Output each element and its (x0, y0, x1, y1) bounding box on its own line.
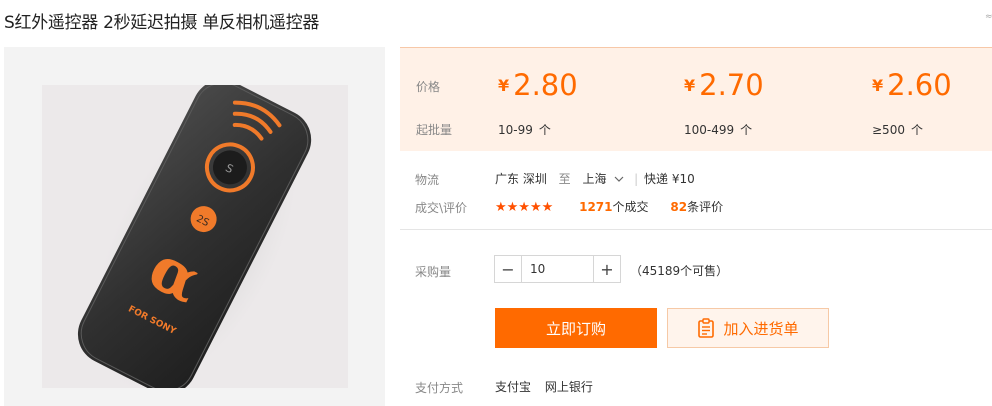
range-unit: 个 (740, 123, 753, 137)
destination-value: 上海 (582, 172, 607, 186)
currency-symbol: ¥ (498, 76, 510, 95)
buy-now-button[interactable]: 立即订购 (495, 308, 657, 348)
rating-stars: ★★★★★ (495, 200, 554, 215)
to-word: 至 (558, 172, 571, 186)
price-tier-3: ¥2.60 (872, 68, 952, 102)
remote-illustration: S 2S α FOR SONY (77, 85, 312, 388)
review-count: 82 (670, 200, 688, 214)
range-value: ≥500 (872, 123, 905, 137)
price-tier-2: ¥2.70 (684, 68, 764, 102)
deal-suffix: 个成交 (612, 200, 649, 214)
price-value: 2.60 (887, 68, 952, 102)
shipping-method: 快递 ¥10 (644, 172, 695, 186)
clipboard-icon (698, 318, 715, 338)
deal-count: 1271 (579, 200, 613, 214)
logistics-row: 广东 深圳 至 上海 | 快递 ¥10 (495, 170, 695, 187)
add-to-cart-button[interactable]: 加入进货单 (667, 308, 829, 348)
range-unit: 个 (910, 123, 923, 137)
price-value: 2.80 (513, 68, 578, 102)
qty-label: 采购量 (415, 265, 452, 279)
chevron-down-icon (614, 176, 624, 182)
payment-label: 支付方式 (415, 381, 464, 395)
range-unit: 个 (538, 123, 551, 137)
increase-button[interactable]: + (593, 256, 620, 282)
price-tier-1: ¥2.80 (498, 68, 578, 102)
destination-select[interactable]: 上海 (583, 172, 629, 186)
batch-range-2: 100-499 个 (684, 121, 752, 138)
payment-methods: 支付宝 网上银行 (495, 378, 593, 395)
quantity-input[interactable] (522, 256, 593, 282)
divider-line (400, 229, 992, 230)
payment-method-bank: 网上银行 (544, 380, 593, 394)
corner-mark: ≈ (985, 12, 992, 22)
deal-count-link[interactable]: 1271个成交 (579, 200, 648, 214)
deals-row: ★★★★★ 1271个成交 82条评价 (495, 198, 723, 215)
price-value: 2.70 (699, 68, 764, 102)
range-value: 100-499 (684, 123, 735, 137)
batch-label: 起批量 (416, 123, 453, 137)
quantity-stepper: − + (494, 255, 621, 283)
price-panel: 价格 起批量 ¥2.80 ¥2.70 ¥2.60 10-99 个 100-499 个… (400, 47, 992, 151)
stock-text: （45189个可售） (630, 264, 729, 278)
batch-range-3: ≥500 个 (872, 121, 923, 138)
deals-label: 成交\评价 (415, 201, 468, 215)
currency-symbol: ¥ (872, 76, 884, 95)
ship-from: 广东 深圳 (495, 172, 547, 186)
product-photo[interactable]: S 2S α FOR SONY (42, 85, 348, 388)
price-label: 价格 (416, 80, 441, 94)
logistics-label: 物流 (415, 173, 440, 187)
payment-method-alipay: 支付宝 (495, 380, 532, 394)
currency-symbol: ¥ (684, 76, 696, 95)
product-image-frame: S 2S α FOR SONY (4, 47, 385, 406)
decrease-button[interactable]: − (495, 256, 522, 282)
product-title: S红外遥控器 2秒延迟拍摄 单反相机遥控器 (4, 13, 320, 33)
review-suffix: 条评价 (687, 200, 724, 214)
review-count-link[interactable]: 82条评价 (670, 200, 723, 214)
range-value: 10-99 (498, 123, 533, 137)
divider: | (634, 172, 639, 186)
add-to-cart-label: 加入进货单 (723, 319, 799, 338)
batch-range-1: 10-99 个 (498, 121, 551, 138)
